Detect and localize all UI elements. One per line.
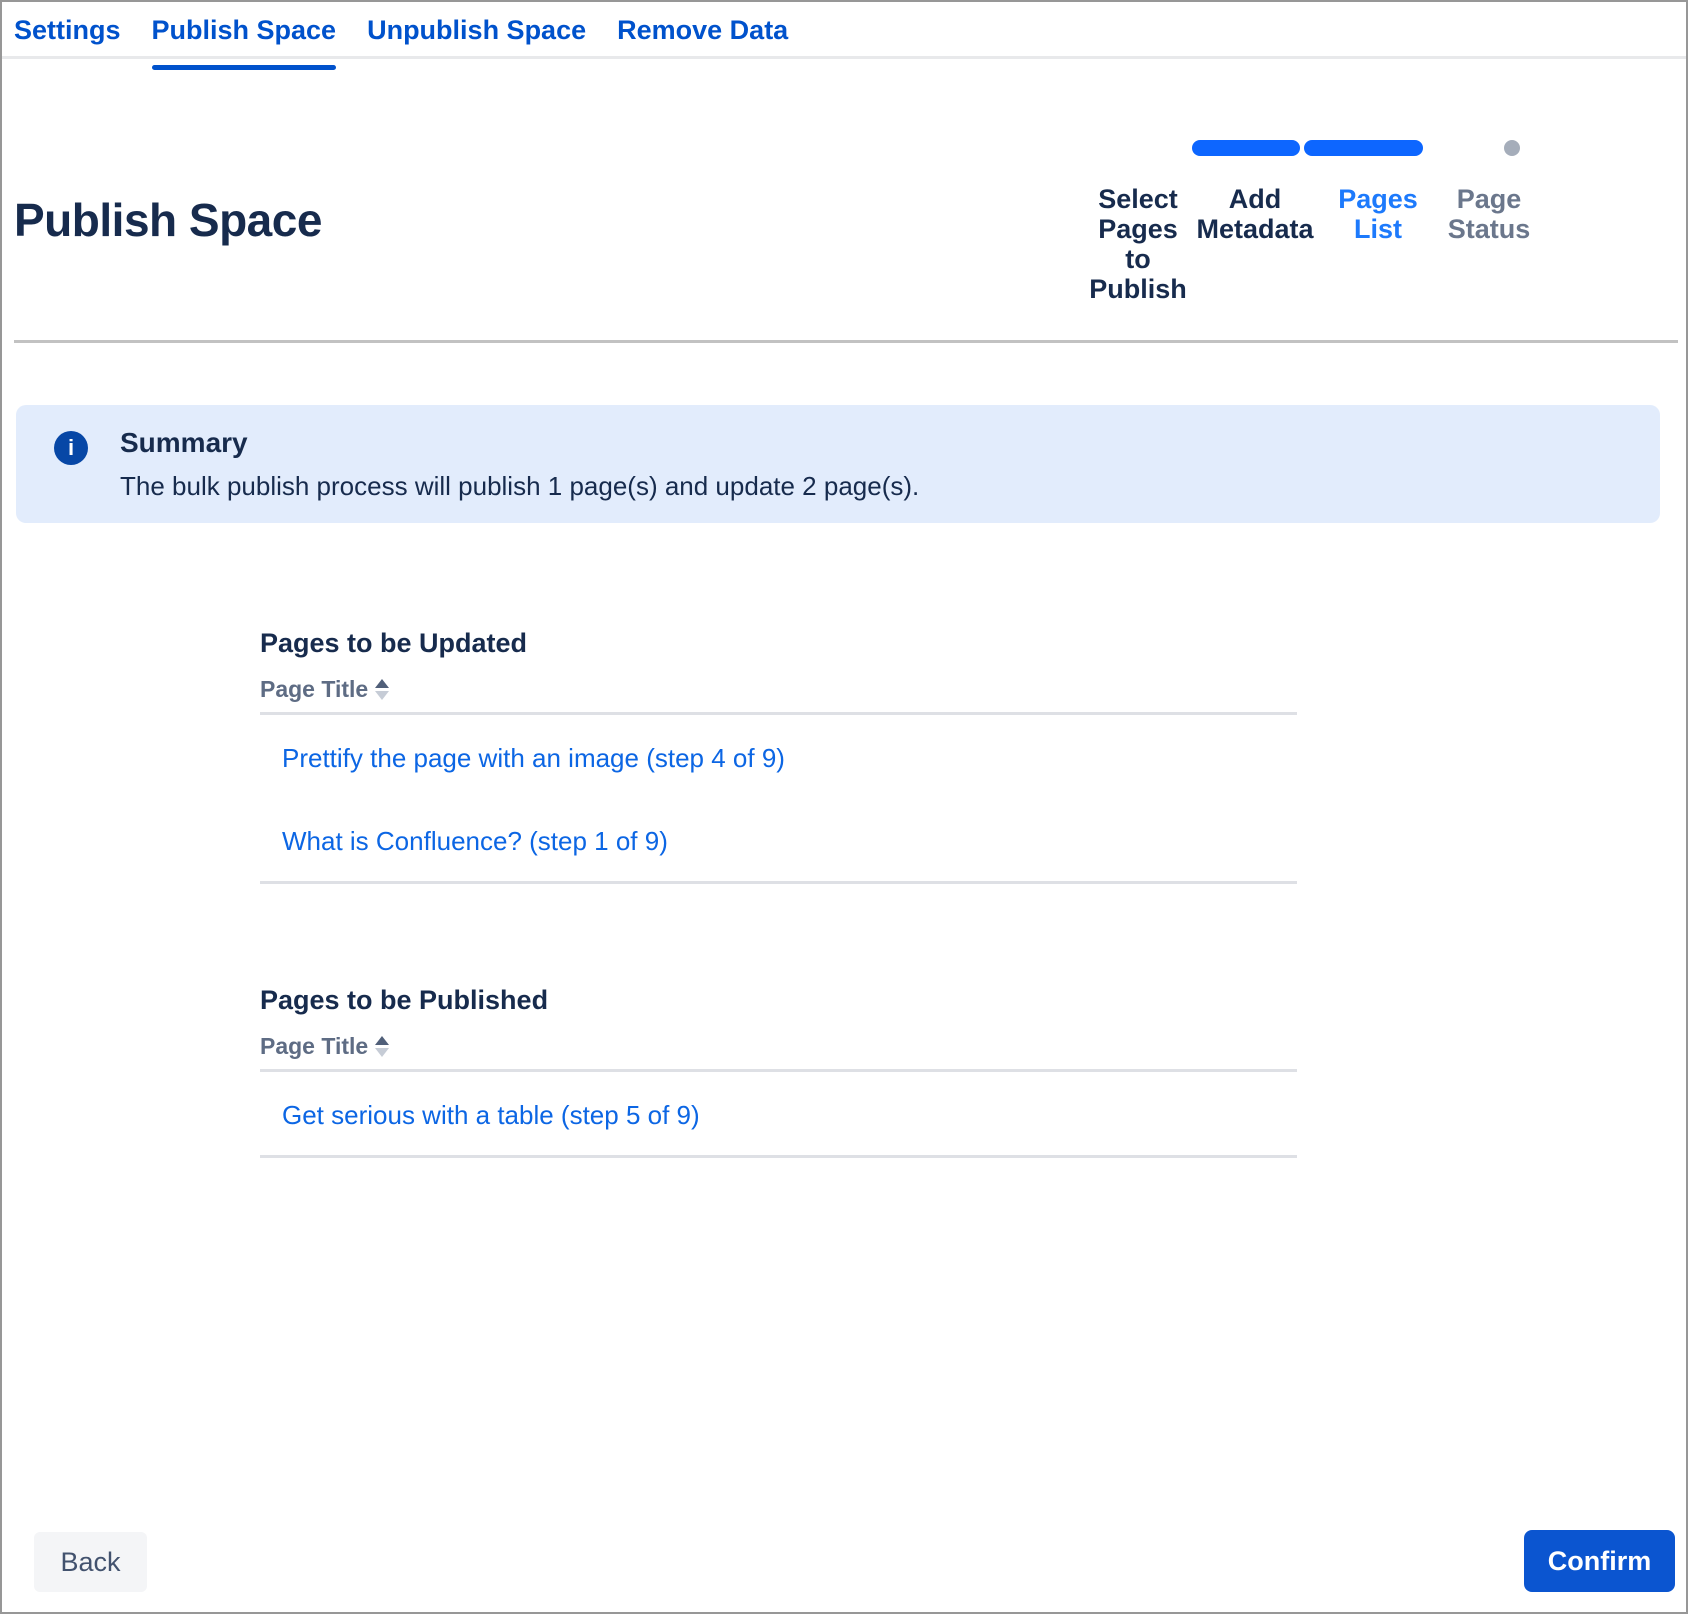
step-label-page-status: Page Status (1438, 184, 1540, 244)
table-row: What is Confluence? (step 1 of 9) (260, 798, 1297, 881)
sort-down-arrow-icon (375, 691, 389, 700)
page-link-get-serious-with-a-table[interactable]: Get serious with a table (step 5 of 9) (282, 1100, 700, 1130)
tab-settings[interactable]: Settings (14, 15, 121, 56)
publish-space-wizard: Settings Publish Space Unpublish Space R… (0, 0, 1688, 1614)
pages-to-be-updated-section: Pages to be Updated Page Title Prettify … (260, 628, 1297, 884)
sort-ascending-icon (375, 679, 389, 700)
tab-remove-data[interactable]: Remove Data (617, 15, 788, 56)
top-tab-bar: Settings Publish Space Unpublish Space R… (2, 2, 1686, 59)
table-bottom-divider (260, 881, 1297, 884)
pages-to-be-published-section: Pages to be Published Page Title Get ser… (260, 985, 1297, 1158)
step-label-pages-list: Pages List (1332, 184, 1424, 244)
progress-bar-segment-completed (1192, 140, 1300, 156)
table-bottom-divider (260, 1155, 1297, 1158)
sort-down-arrow-icon (375, 1048, 389, 1057)
summary-message: The bulk publish process will publish 1 … (120, 471, 919, 502)
page-title-column-header[interactable]: Page Title (260, 676, 389, 703)
section-heading: Pages to be Updated (260, 628, 1297, 659)
tab-unpublish-space[interactable]: Unpublish Space (367, 15, 586, 56)
summary-banner: i Summary The bulk publish process will … (16, 405, 1660, 523)
confirm-button[interactable]: Confirm (1524, 1530, 1675, 1592)
table-row: Get serious with a table (step 5 of 9) (260, 1072, 1297, 1155)
progress-dot-upcoming (1504, 140, 1520, 156)
sort-ascending-icon (375, 1036, 389, 1057)
page-title: Publish Space (14, 193, 322, 247)
sort-up-arrow-icon (375, 1036, 389, 1045)
tab-publish-space[interactable]: Publish Space (152, 15, 337, 56)
progress-bar-segment-current (1304, 140, 1423, 156)
summary-title: Summary (120, 427, 248, 459)
table-row: Prettify the page with an image (step 4 … (260, 715, 1297, 798)
column-header-label: Page Title (260, 1033, 368, 1060)
step-label-select-pages-to-publish: Select Pages to Publish (1084, 184, 1192, 304)
page-link-prettify-the-page[interactable]: Prettify the page with an image (step 4 … (282, 743, 785, 773)
back-button[interactable]: Back (34, 1532, 147, 1592)
section-heading: Pages to be Published (260, 985, 1297, 1016)
info-icon: i (54, 431, 88, 465)
page-title-column-header[interactable]: Page Title (260, 1033, 389, 1060)
sort-up-arrow-icon (375, 679, 389, 688)
header-divider (14, 340, 1678, 343)
step-label-add-metadata: Add Metadata (1192, 184, 1318, 244)
page-link-what-is-confluence[interactable]: What is Confluence? (step 1 of 9) (282, 826, 668, 856)
column-header-label: Page Title (260, 676, 368, 703)
